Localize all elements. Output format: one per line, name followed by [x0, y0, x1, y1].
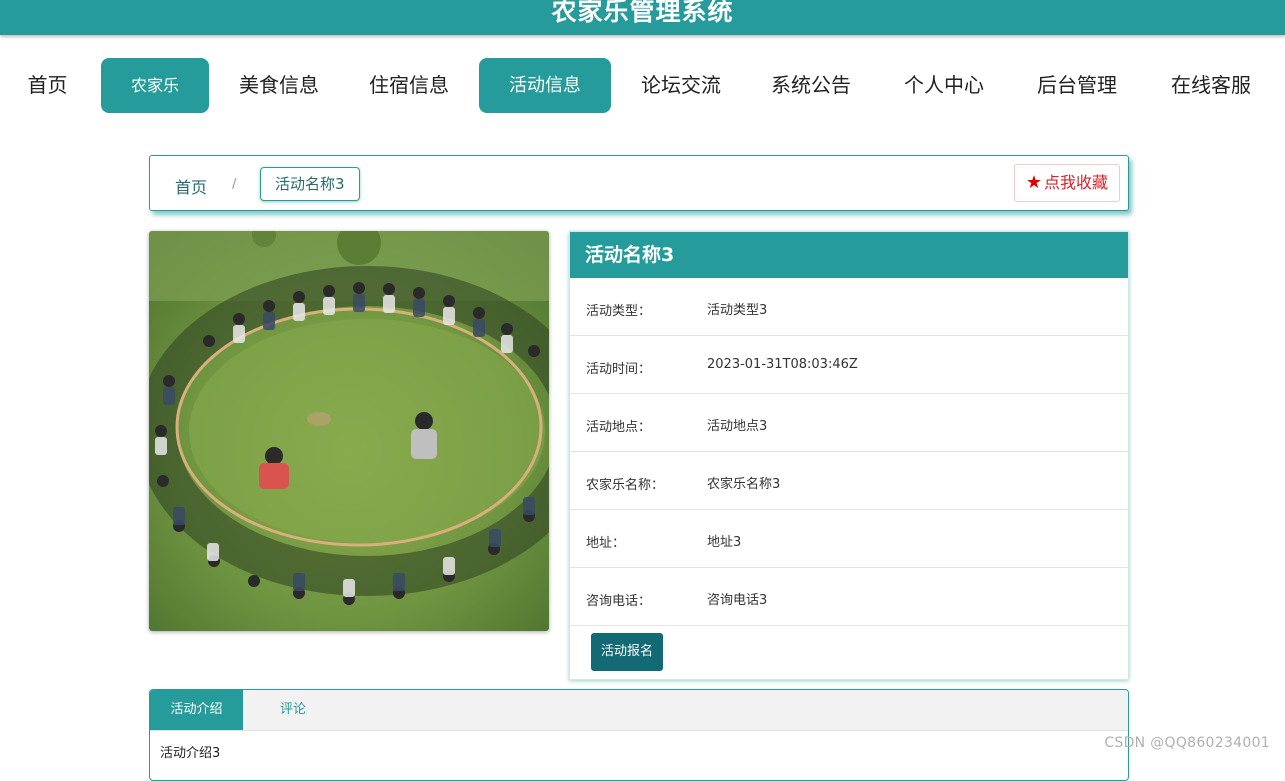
detail-value: 农家乐名称3: [707, 477, 781, 492]
detail-value: 活动类型3: [707, 303, 768, 318]
detail-row-type: 活动类型： 活动类型3: [570, 278, 1128, 336]
header-bar: 农家乐管理系统: [0, 0, 1285, 35]
activity-photo-image: [149, 231, 549, 631]
detail-row-farmhouse-name: 农家乐名称： 农家乐名称3: [570, 452, 1128, 510]
detail-label: 活动类型：: [586, 304, 652, 319]
detail-label: 农家乐名称：: [586, 478, 665, 493]
activity-detail-panel: 活动名称3 活动类型： 活动类型3 活动时间： 2023-01-31T08:03…: [569, 231, 1129, 680]
detail-value: 咨询电话3: [707, 593, 768, 608]
detail-value: 活动地点3: [707, 419, 768, 434]
signup-button[interactable]: 活动报名: [591, 633, 664, 671]
tab-bar: 活动介绍 评论: [150, 690, 1128, 731]
detail-value: 地址3: [707, 535, 742, 550]
breadcrumb-current[interactable]: 活动名称3: [260, 167, 360, 201]
main-nav: 首页 农家乐 美食信息 住宿信息 活动信息 论坛交流 系统公告 个人中心 后台管…: [0, 58, 1285, 114]
nav-item-activities[interactable]: 活动信息: [479, 58, 611, 113]
activity-photo: [149, 231, 549, 631]
tab-introduction[interactable]: 活动介绍: [150, 690, 243, 730]
star-icon: ★: [1025, 172, 1042, 193]
nav-item-admin[interactable]: 后台管理: [1036, 58, 1118, 113]
detail-label: 活动时间：: [586, 362, 652, 377]
detail-label: 咨询电话：: [586, 594, 652, 609]
detail-label: 地址：: [586, 536, 626, 551]
tab-content: 活动介绍3: [160, 746, 221, 761]
site-title: 农家乐管理系统: [551, 0, 734, 26]
detail-row-location: 活动地点： 活动地点3: [570, 394, 1128, 452]
breadcrumb: 首页 / 活动名称3 ★ 点我收藏: [149, 155, 1129, 211]
nav-item-support[interactable]: 在线客服: [1170, 58, 1252, 113]
activity-title: 活动名称3: [570, 232, 1128, 278]
detail-row-phone: 咨询电话： 咨询电话3: [570, 568, 1128, 626]
detail-label: 活动地点：: [586, 420, 652, 435]
watermark: CSDN @QQ860234001: [1104, 735, 1270, 751]
nav-item-profile[interactable]: 个人中心: [903, 58, 985, 113]
tab-comments[interactable]: 评论: [243, 690, 343, 730]
nav-item-farmhouse[interactable]: 农家乐: [101, 58, 209, 113]
nav-item-announcements[interactable]: 系统公告: [770, 58, 852, 113]
nav-item-food[interactable]: 美食信息: [238, 58, 320, 113]
favorite-button[interactable]: ★ 点我收藏: [1013, 164, 1120, 202]
breadcrumb-separator: /: [232, 177, 237, 192]
breadcrumb-home-link[interactable]: 首页: [175, 174, 207, 198]
nav-item-lodging[interactable]: 住宿信息: [368, 58, 450, 113]
detail-row-time: 活动时间： 2023-01-31T08:03:46Z: [570, 336, 1128, 394]
nav-item-home[interactable]: 首页: [27, 58, 68, 113]
nav-item-forum[interactable]: 论坛交流: [640, 58, 722, 113]
detail-tabs: 活动介绍 评论 活动介绍3: [149, 689, 1129, 781]
detail-value: 2023-01-31T08:03:46Z: [707, 357, 858, 372]
favorite-label: 点我收藏: [1043, 173, 1108, 192]
detail-row-address: 地址： 地址3: [570, 510, 1128, 568]
